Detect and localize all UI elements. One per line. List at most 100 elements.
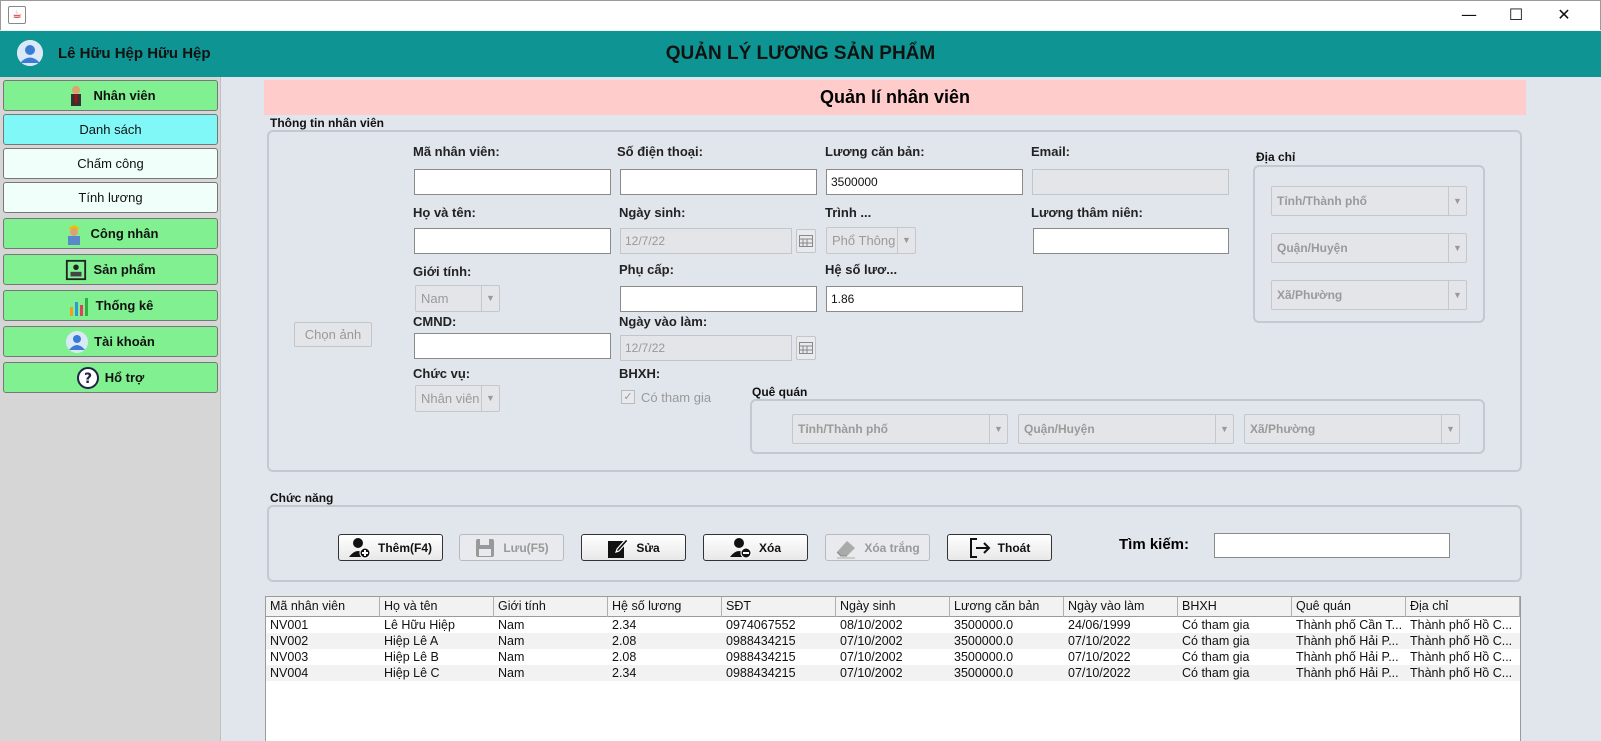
- table-column-header[interactable]: Hệ số lương: [608, 597, 722, 617]
- table-row[interactable]: NV001 Lê Hữu Hiệp Nam 2.34 0974067552 08/10/2…: [266, 617, 1520, 633]
- table-cell: 24/06/1999: [1068, 618, 1131, 632]
- clear-button[interactable]: Xóa trắng: [825, 534, 930, 561]
- sidebar-item-label: Nhân viên: [93, 88, 156, 103]
- table-cell: 3500000.0: [954, 634, 1014, 648]
- table-column-header[interactable]: Ngày sinh: [836, 597, 950, 617]
- start-date-calendar-button[interactable]: [796, 336, 816, 360]
- salary-coef-field[interactable]: 1.86: [826, 286, 1023, 312]
- table-column-header[interactable]: Mã nhân viên: [266, 597, 380, 617]
- table-cell: Hiệp Lê A: [384, 634, 439, 648]
- sidebar-item-statistics[interactable]: Thống kê: [3, 290, 218, 321]
- table-column-header[interactable]: Ngày vào làm: [1064, 597, 1178, 617]
- sidebar-item-workers[interactable]: Công nhân: [3, 218, 218, 249]
- product-icon: [65, 258, 87, 282]
- hometown-ward-value: Xã/Phường: [1250, 422, 1316, 436]
- table-cell: Thành phố Hồ C...: [1410, 618, 1513, 632]
- education-select[interactable]: Phổ Thông ▼: [826, 227, 916, 254]
- table-row[interactable]: NV002 Hiệp Lê A Nam 2.08 0988434215 07/10/200…: [266, 633, 1520, 649]
- gender-value: Nam: [421, 291, 449, 306]
- start-date-field[interactable]: 12/7/22: [620, 335, 792, 361]
- employee-id-field[interactable]: [414, 169, 611, 195]
- table-cell: 2.34: [612, 618, 637, 632]
- table-cell: Thành phố Hồ C...: [1410, 650, 1513, 664]
- choose-photo-button[interactable]: Chọn ảnh: [294, 322, 372, 347]
- table-cell: NV003: [270, 650, 309, 664]
- table-column-header[interactable]: Lương căn bản: [950, 597, 1064, 617]
- phone-label: Số điện thoại:: [617, 144, 703, 159]
- chevron-down-icon: ▼: [481, 286, 499, 311]
- svg-text:?: ?: [84, 371, 92, 387]
- table-cell: Nam: [498, 634, 525, 648]
- hometown-ward-select[interactable]: Xã/Phường ▼: [1244, 414, 1460, 444]
- address-district-select[interactable]: Quận/Huyện ▼: [1271, 233, 1467, 263]
- insurance-checkbox[interactable]: ✓: [621, 390, 635, 404]
- app-title: QUẢN LÝ LƯƠNG SẢN PHẨM: [665, 43, 936, 64]
- table-column-header[interactable]: Họ và tên: [380, 597, 494, 617]
- maximize-button[interactable]: ☐: [1493, 0, 1539, 30]
- table-cell: Nam: [498, 666, 525, 680]
- edit-pencil-icon: [607, 537, 630, 559]
- hometown-district-select[interactable]: Quận/Huyện ▼: [1018, 414, 1234, 444]
- employee-table[interactable]: Mã nhân viên Họ và tên Giới tính Hệ số lươn…: [265, 596, 1521, 741]
- eraser-icon: [835, 537, 857, 559]
- table-row[interactable]: NV004 Hiệp Lê C Nam 2.34 0988434215 07/10/200…: [266, 665, 1520, 681]
- table-cell: 07/10/2022: [1068, 666, 1131, 680]
- table-column-header[interactable]: Địa chỉ: [1406, 597, 1520, 617]
- delete-button[interactable]: Xóa: [703, 534, 808, 561]
- window-title-bar: [0, 0, 1601, 30]
- address-ward-select[interactable]: Xã/Phường ▼: [1271, 280, 1467, 310]
- gender-select[interactable]: Nam ▼: [415, 285, 500, 312]
- sidebar-item-account[interactable]: Tài khoản: [3, 326, 218, 357]
- email-field[interactable]: [1032, 169, 1229, 195]
- add-button[interactable]: Thêm(F4): [338, 534, 443, 561]
- sidebar-item-label: Hổ trợ: [104, 370, 145, 385]
- table-column-header[interactable]: Giới tính: [494, 597, 608, 617]
- phone-field[interactable]: [620, 169, 817, 195]
- address-province-select[interactable]: Tỉnh/Thành phố ▼: [1271, 186, 1467, 216]
- allowance-label: Phụ cấp:: [619, 262, 674, 277]
- app-header: Lê Hữu Hệp Hữu Hệp QUẢN LÝ LƯƠNG SẢN PHẨ…: [0, 31, 1601, 77]
- seniority-salary-field[interactable]: [1033, 228, 1229, 254]
- search-input[interactable]: [1214, 533, 1450, 558]
- sidebar-item-payroll[interactable]: Tính lương: [3, 182, 218, 213]
- sidebar-item-products[interactable]: Sản phẩm: [3, 254, 218, 285]
- hometown-province-select[interactable]: Tỉnh/Thành phố ▼: [792, 414, 1008, 444]
- table-cell: Hiệp Lê C: [384, 666, 440, 680]
- table-cell: Có tham gia: [1182, 650, 1250, 664]
- allowance-field[interactable]: [620, 286, 817, 312]
- edit-button[interactable]: Sửa: [581, 534, 686, 561]
- calendar-icon: [799, 342, 813, 354]
- table-cell: 07/10/2022: [1068, 650, 1131, 664]
- email-label: Email:: [1031, 144, 1071, 159]
- sidebar: Nhân viên Danh sách Chấm công Tính lương…: [0, 77, 221, 741]
- table-cell: Nam: [498, 650, 525, 664]
- sidebar-item-label: Chấm công: [77, 156, 144, 171]
- base-salary-field[interactable]: 3500000: [826, 169, 1023, 195]
- id-card-field[interactable]: [414, 333, 611, 359]
- chevron-down-icon: ▼: [1448, 281, 1466, 309]
- exit-button[interactable]: Thoát: [947, 534, 1052, 561]
- table-column-header[interactable]: BHXH: [1178, 597, 1292, 617]
- minimize-button[interactable]: —: [1446, 0, 1492, 30]
- sidebar-item-support[interactable]: ? Hổ trợ: [3, 362, 218, 393]
- position-select[interactable]: Nhân viên ▼: [415, 385, 500, 412]
- full-name-field[interactable]: [414, 228, 611, 254]
- sidebar-item-employees[interactable]: Nhân viên: [3, 80, 218, 111]
- sidebar-item-attendance[interactable]: Chấm công: [3, 148, 218, 179]
- table-column-header[interactable]: Quê quán: [1292, 597, 1406, 617]
- table-cell: 2.08: [612, 634, 637, 648]
- employee-icon: [65, 84, 87, 108]
- table-cell: Có tham gia: [1182, 618, 1250, 632]
- table-row[interactable]: NV003 Hiệp Lê B Nam 2.08 0988434215 07/10/200…: [266, 649, 1520, 665]
- birthday-calendar-button[interactable]: [796, 229, 816, 253]
- address-ward-value: Xã/Phường: [1277, 288, 1343, 302]
- table-column-header[interactable]: SĐT: [722, 597, 836, 617]
- calendar-icon: [799, 235, 813, 247]
- chart-icon: [68, 294, 90, 318]
- exit-icon: [969, 537, 991, 559]
- sidebar-item-label: Danh sách: [79, 122, 142, 137]
- save-button[interactable]: Lưu(F5): [459, 534, 564, 561]
- sidebar-item-list[interactable]: Danh sách: [3, 114, 218, 145]
- birthday-field[interactable]: 12/7/22: [620, 228, 792, 254]
- close-button[interactable]: ✕: [1541, 0, 1587, 30]
